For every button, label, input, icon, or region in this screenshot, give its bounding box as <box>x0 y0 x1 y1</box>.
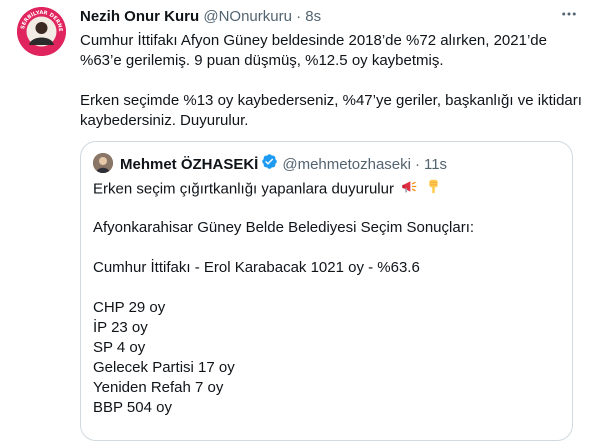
result-line: BBP 504 oy <box>93 399 172 416</box>
quoted-blank-line <box>93 238 563 258</box>
quoted-tweet-text: Erken seçim çığırtkanlığı yapanlara duyu… <box>93 178 563 418</box>
result-line: Yeniden Refah 7 oy <box>93 379 224 396</box>
result-line: İP 23 oy <box>93 319 148 336</box>
quoted-tweet-header: Mehmet ÖZHASEKİ @mehmetozhaseki · 11s <box>120 153 447 176</box>
quoted-line-text: Erken seçim çığırtkanlığı yapanlara duyu… <box>93 180 394 198</box>
tweet-text: Cumhur İttifakı Afyon Güney beldesinde 2… <box>80 31 585 131</box>
backhand-index-pointing-down-emoji <box>425 178 442 201</box>
more-horizontal-icon <box>562 12 576 16</box>
quoted-tweet-card[interactable]: Mehmet ÖZHASEKİ @mehmetozhaseki · 11s Er… <box>80 141 573 441</box>
result-line: SP 4 oy <box>93 339 146 356</box>
tweet-timestamp[interactable]: 8s <box>305 8 321 25</box>
quoted-line: Afyonkarahisar Güney Belde Belediyesi Se… <box>93 219 475 236</box>
result-line: Gelecek Partisi 17 oy <box>93 359 235 376</box>
tweet-paragraph: Erken seçimde %13 oy kaybederseniz, %47’… <box>80 92 582 129</box>
author-handle[interactable]: @NOnurkuru <box>203 8 292 25</box>
result-line: CHP 29 oy <box>93 299 166 316</box>
quoted-tweet-timestamp[interactable]: 11s <box>424 155 447 175</box>
quoted-author-avatar[interactable] <box>93 153 113 173</box>
tweet-header: Nezih Onur Kuru @NOnurkuru · 8s <box>80 7 321 27</box>
quoted-line: Cumhur İttifakı - Erol Karabacak 1021 oy… <box>93 259 420 276</box>
quoted-line: Erken seçim çığırtkanlığı yapanlara duyu… <box>93 178 563 198</box>
author-avatar[interactable]: SERBİLYAR DERNEĞİ <box>17 7 66 56</box>
quoted-blank-line <box>93 198 563 218</box>
tweet-paragraph: Cumhur İttifakı Afyon Güney beldesinde 2… <box>80 32 547 69</box>
author-name[interactable]: Nezih Onur Kuru <box>80 8 199 25</box>
quoted-header-separator: · <box>414 155 420 173</box>
more-options-button[interactable] <box>555 3 583 25</box>
megaphone-emoji <box>401 178 418 201</box>
quoted-author-handle[interactable]: @mehmetozhaseki <box>282 155 411 175</box>
quoted-author-name[interactable]: Mehmet ÖZHASEKİ <box>120 155 258 175</box>
header-separator: · <box>296 8 302 25</box>
verified-badge-icon <box>261 153 278 176</box>
quoted-blank-line <box>93 278 563 298</box>
